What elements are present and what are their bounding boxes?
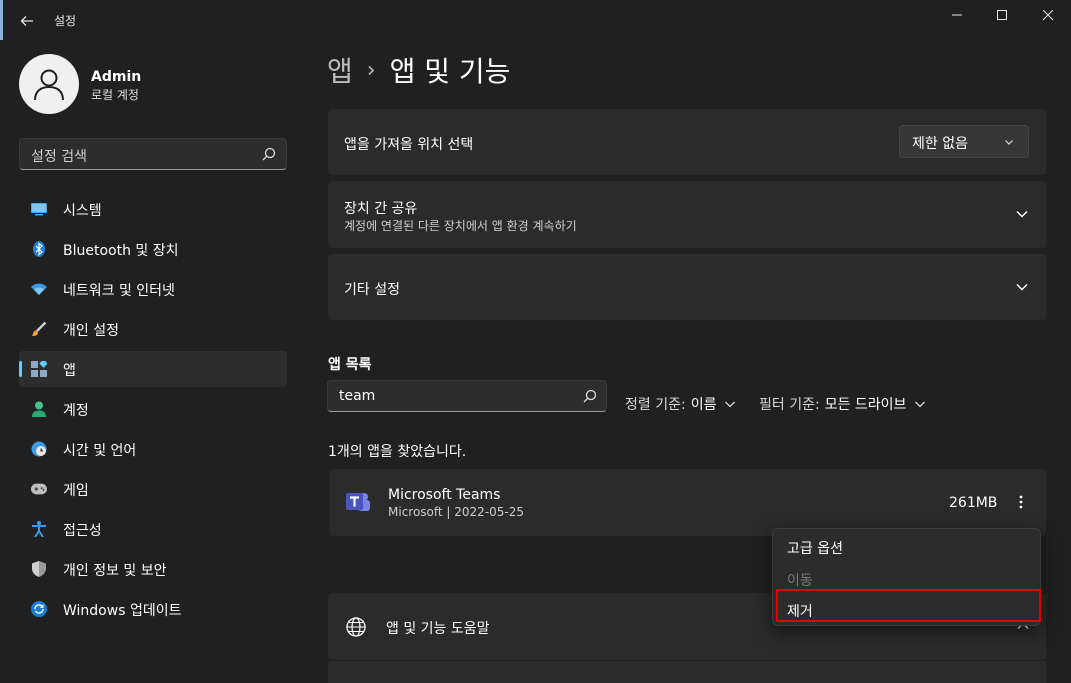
user-profile[interactable]: Admin 로컬 계정 — [19, 54, 299, 116]
app-meta: Microsoft | 2022-05-25 — [388, 505, 525, 519]
sidebar-nav: 시스템 Bluetooth 및 장치 네트워크 및 인터넷 개인 설정 앱 계정… — [19, 191, 287, 631]
breadcrumb-separator: › — [366, 57, 376, 83]
monitor-icon — [31, 201, 47, 217]
page-title: 앱 및 기능 — [389, 55, 511, 88]
uninstall-highlight-box — [776, 589, 1041, 622]
help-card-content — [328, 661, 1046, 683]
sidebar-item-time-language[interactable]: 시간 및 언어 — [19, 431, 287, 467]
sidebar-item-privacy[interactable]: 개인 정보 및 보안 — [19, 551, 287, 587]
search-icon — [262, 147, 276, 161]
sidebar-item-apps[interactable]: 앱 — [19, 351, 287, 387]
update-icon — [31, 601, 47, 617]
gamepad-icon — [31, 481, 47, 497]
title-bar: 설정 — [0, 0, 1071, 40]
avatar — [19, 54, 79, 114]
close-button[interactable] — [1025, 0, 1071, 30]
sort-value: 이름 — [690, 397, 717, 413]
chevron-down-icon — [724, 398, 736, 410]
chevron-down-icon[interactable] — [1014, 279, 1030, 295]
help-label: 앱 및 기능 도움말 — [386, 621, 490, 637]
apps-icon — [31, 361, 47, 377]
share-devices-subtitle: 계정에 연결된 다른 장치에서 앱 환경 계속하기 — [344, 219, 577, 233]
app-search-value: team — [339, 388, 376, 404]
sidebar-item-label: 앱 — [63, 363, 76, 379]
app-list-heading: 앱 목록 — [328, 357, 372, 373]
app-search-input[interactable]: team — [327, 380, 607, 412]
arrow-left-icon — [20, 16, 33, 26]
bluetooth-icon — [31, 241, 47, 257]
list-item[interactable]: Microsoft Teams Microsoft | 2022-05-25 2… — [330, 469, 1046, 536]
menu-item-label: 이동 — [787, 573, 813, 589]
teams-icon — [345, 489, 371, 515]
install-source-card: 앱을 가져올 위치 선택 제한 없음 — [328, 109, 1046, 175]
more-vertical-icon — [1019, 495, 1023, 509]
breadcrumb: 앱 › 앱 및 기능 — [327, 50, 510, 90]
profile-account-type: 로컬 계정 — [91, 88, 139, 102]
sidebar-item-label: 접근성 — [63, 523, 102, 539]
sidebar-item-label: 계정 — [63, 403, 89, 419]
install-source-value: 제한 없음 — [912, 136, 968, 152]
install-source-label: 앱을 가져올 위치 선택 — [344, 137, 474, 153]
sidebar-item-accessibility[interactable]: 접근성 — [19, 511, 287, 547]
menu-item-advanced-options[interactable]: 고급 옵션 — [773, 531, 1042, 561]
app-name: Microsoft Teams — [388, 487, 501, 503]
person-icon — [31, 401, 47, 417]
maximize-button[interactable] — [979, 0, 1025, 30]
sidebar-item-accounts[interactable]: 계정 — [19, 391, 287, 427]
search-icon — [583, 389, 597, 403]
settings-window: 설정 Admin 로컬 계정 설정 검색 시스템 Bluetooth 및 장치 … — [0, 0, 1071, 683]
chevron-down-icon — [1005, 140, 1013, 145]
install-source-dropdown[interactable]: 제한 없음 — [899, 125, 1029, 158]
filter-label: 필터 기준: — [759, 397, 820, 413]
minimize-button[interactable] — [934, 0, 980, 30]
globe-clock-icon — [31, 441, 47, 457]
back-button[interactable] — [14, 8, 40, 34]
sidebar-item-bluetooth[interactable]: Bluetooth 및 장치 — [19, 231, 287, 267]
accessibility-icon — [31, 521, 47, 537]
result-count-text: 1개의 앱을 찾았습니다. — [328, 444, 467, 460]
chevron-down-icon[interactable] — [1014, 206, 1030, 222]
sidebar-item-label: 시간 및 언어 — [63, 443, 137, 459]
more-settings-card[interactable]: 기타 설정 — [328, 254, 1046, 320]
shield-icon — [31, 561, 47, 577]
more-settings-title: 기타 설정 — [344, 282, 400, 298]
sidebar-item-label: 시스템 — [63, 203, 102, 219]
sidebar-item-system[interactable]: 시스템 — [19, 191, 287, 227]
profile-name: Admin — [91, 69, 142, 85]
sidebar-item-label: 네트워크 및 인터넷 — [63, 283, 175, 299]
sidebar-item-windows-update[interactable]: Windows 업데이트 — [19, 591, 287, 627]
sidebar-item-personalization[interactable]: 개인 설정 — [19, 311, 287, 347]
sidebar-item-network[interactable]: 네트워크 및 인터넷 — [19, 271, 287, 307]
sidebar-item-label: 개인 설정 — [63, 323, 119, 339]
maximize-icon — [997, 10, 1007, 20]
minimize-icon — [952, 14, 962, 16]
share-devices-title: 장치 간 공유 — [344, 201, 418, 217]
sidebar-item-label: 게임 — [63, 483, 89, 499]
filter-dropdown[interactable]: 필터 기준: 모든 드라이브 — [759, 394, 926, 414]
filter-value: 모든 드라이브 — [824, 397, 907, 413]
menu-item-label: 고급 옵션 — [787, 541, 843, 557]
breadcrumb-parent-link[interactable]: 앱 — [327, 50, 353, 90]
share-devices-card[interactable]: 장치 간 공유 계정에 연결된 다른 장치에서 앱 환경 계속하기 — [328, 181, 1046, 248]
search-placeholder: 설정 검색 — [31, 149, 87, 165]
wifi-icon — [31, 281, 47, 297]
sidebar-item-label: 개인 정보 및 보안 — [63, 563, 167, 579]
sidebar-item-label: Windows 업데이트 — [63, 603, 182, 619]
more-options-button[interactable] — [1010, 489, 1032, 515]
brush-icon — [31, 321, 47, 337]
close-icon — [1043, 10, 1053, 20]
sort-dropdown[interactable]: 정렬 기준: 이름 — [625, 394, 736, 414]
window-title: 설정 — [54, 14, 77, 28]
sort-label: 정렬 기준: — [625, 397, 686, 413]
sidebar-item-label: Bluetooth 및 장치 — [63, 243, 179, 259]
sidebar-item-gaming[interactable]: 게임 — [19, 471, 287, 507]
settings-search-input[interactable]: 설정 검색 — [19, 138, 287, 170]
app-size: 261MB — [949, 495, 998, 511]
chevron-down-icon — [914, 398, 926, 410]
globe-icon — [346, 617, 366, 641]
person-avatar-icon — [34, 69, 64, 101]
